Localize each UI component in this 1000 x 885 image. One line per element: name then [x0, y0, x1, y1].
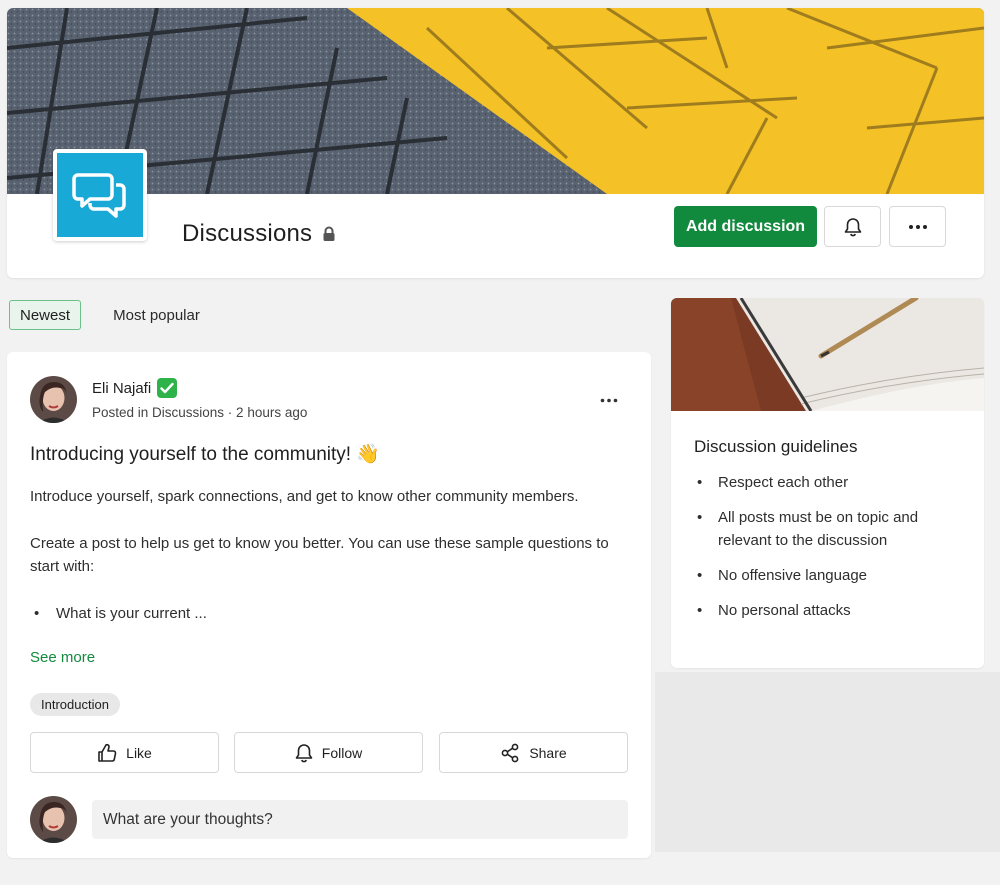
- bell-icon: [844, 217, 861, 236]
- follow-label: Follow: [321, 744, 363, 761]
- post-meta: Posted in Discussions · 2 hours ago: [92, 405, 308, 420]
- author-name[interactable]: Eli Najafi: [92, 378, 178, 398]
- follow-button[interactable]: Follow: [234, 732, 423, 773]
- post-options-button[interactable]: [597, 388, 621, 412]
- more-horizontal-icon: [600, 398, 618, 402]
- like-label: Like: [126, 744, 152, 761]
- post-body: Introduce yourself, spark connections, a…: [30, 485, 630, 625]
- avatar[interactable]: [30, 376, 77, 423]
- comment-input[interactable]: [92, 800, 628, 839]
- guidelines-title: Discussion guidelines: [694, 437, 858, 456]
- tab-newest[interactable]: Newest: [9, 300, 81, 330]
- cover-image: [7, 8, 984, 194]
- post-body-list: What is your current ...: [30, 602, 630, 625]
- tab-most-popular[interactable]: Most popular: [100, 300, 213, 330]
- post-body-paragraph: Introduce yourself, spark connections, a…: [30, 488, 579, 505]
- list-item: • No personal attacks: [697, 602, 851, 619]
- guidelines-cover-image: [671, 298, 984, 411]
- post-body-paragraph: Create a post to help us get to know you…: [30, 535, 609, 575]
- share-button[interactable]: Share: [439, 732, 628, 773]
- bell-icon: [295, 743, 313, 762]
- list-item: What is your current ...: [32, 602, 630, 625]
- post-title[interactable]: Introducing yourself to the community! 👋: [30, 442, 380, 466]
- more-horizontal-icon: [908, 224, 927, 229]
- add-discussion-button[interactable]: Add discussion: [674, 206, 817, 247]
- sidebar-background: [655, 672, 1000, 852]
- thumbs-up-icon: [98, 743, 117, 762]
- see-more-link[interactable]: See more: [30, 649, 95, 666]
- list-item: • All posts must be on topic and relevant…: [697, 509, 919, 549]
- space-logo: [53, 149, 147, 241]
- like-button[interactable]: Like: [30, 732, 219, 773]
- page-title: Discussions: [182, 220, 336, 248]
- more-options-button[interactable]: [889, 206, 946, 247]
- discussion-post: Eli Najafi Posted in Discussions · 2 hou…: [7, 352, 651, 858]
- current-user-avatar: [30, 796, 77, 843]
- page-title-text: Discussions: [182, 220, 313, 247]
- share-icon: [501, 743, 519, 762]
- list-item: • Respect each other: [697, 474, 849, 491]
- share-label: Share: [529, 744, 567, 761]
- notifications-button[interactable]: [824, 206, 881, 247]
- list-item: • No offensive language: [697, 567, 868, 584]
- lock-icon: [323, 226, 335, 241]
- guidelines-card: Discussion guidelines • Respect each othe…: [671, 298, 984, 668]
- topic-tag[interactable]: Introduction: [30, 693, 120, 716]
- guidelines-list: • Respect each other • All posts must be o…: [697, 471, 967, 634]
- verified-check-icon: [157, 378, 178, 398]
- author-name-text: Eli Najafi: [92, 379, 152, 397]
- chat-bubbles-icon: [72, 173, 126, 218]
